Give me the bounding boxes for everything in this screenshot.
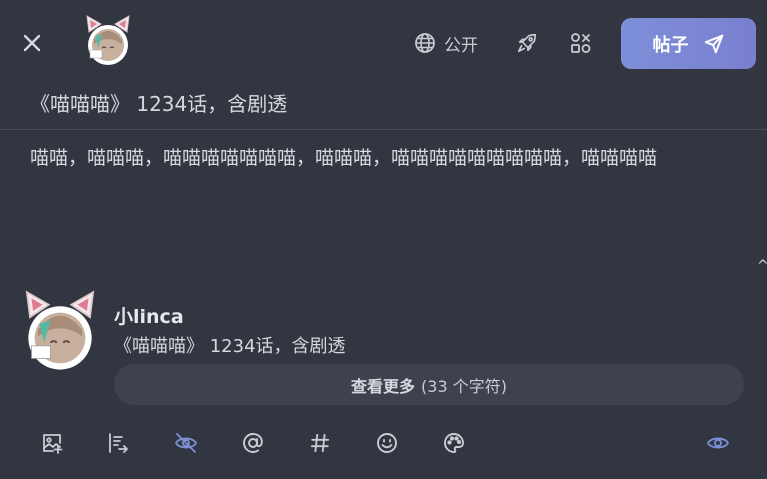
preview-avatar (22, 287, 98, 373)
add-image-button[interactable] (37, 428, 67, 458)
resize-handle[interactable]: ^ (757, 258, 767, 274)
title-input[interactable]: 《喵喵喵》 1234话，含剧透 (30, 88, 730, 117)
preview-title: 《喵喵喵》 1234话，含剧透 (114, 336, 346, 357)
theme-button[interactable] (439, 428, 469, 458)
apps-grid-icon (571, 33, 591, 53)
globe-icon (415, 33, 435, 53)
post-button-label: 帖子 (652, 34, 689, 56)
spoiler-toggle[interactable] (171, 428, 201, 458)
divider (0, 129, 767, 130)
apps-button[interactable] (566, 28, 596, 58)
emoji-icon (377, 433, 397, 453)
emoji-button[interactable] (372, 428, 402, 458)
close-button[interactable] (16, 27, 48, 59)
hashtag-button[interactable] (305, 428, 335, 458)
add-image-icon (43, 434, 63, 454)
preview-toggle[interactable] (703, 428, 733, 458)
mention-icon (243, 433, 263, 453)
share-to-button[interactable] (103, 428, 133, 458)
see-more-button[interactable]: 查看更多 (33 个字符) (114, 364, 744, 405)
hashtag-icon (310, 433, 330, 453)
mention-button[interactable] (238, 428, 268, 458)
body-textarea[interactable]: 喵喵，喵喵喵，喵喵喵喵喵喵喵，喵喵喵，喵喵喵喵喵喵喵喵喵，喵喵喵喵 (30, 144, 745, 173)
see-more-label: 查看更多 (351, 376, 416, 396)
visibility-label: 公开 (444, 35, 478, 56)
post-button[interactable]: 帖子 (621, 18, 756, 69)
avatar[interactable] (84, 14, 132, 66)
spoiler-hide-icon (175, 433, 197, 453)
share-to-icon (109, 433, 128, 453)
rocket-icon (517, 33, 537, 53)
send-icon (704, 34, 723, 53)
close-icon (23, 34, 41, 52)
preview-eye-icon (707, 437, 729, 449)
boost-button[interactable] (512, 28, 542, 58)
visibility-selector[interactable]: 公开 (414, 30, 478, 56)
palette-icon (444, 433, 464, 453)
preview-username: 小linca (114, 306, 184, 328)
char-count: (33 个字符) (421, 376, 507, 396)
